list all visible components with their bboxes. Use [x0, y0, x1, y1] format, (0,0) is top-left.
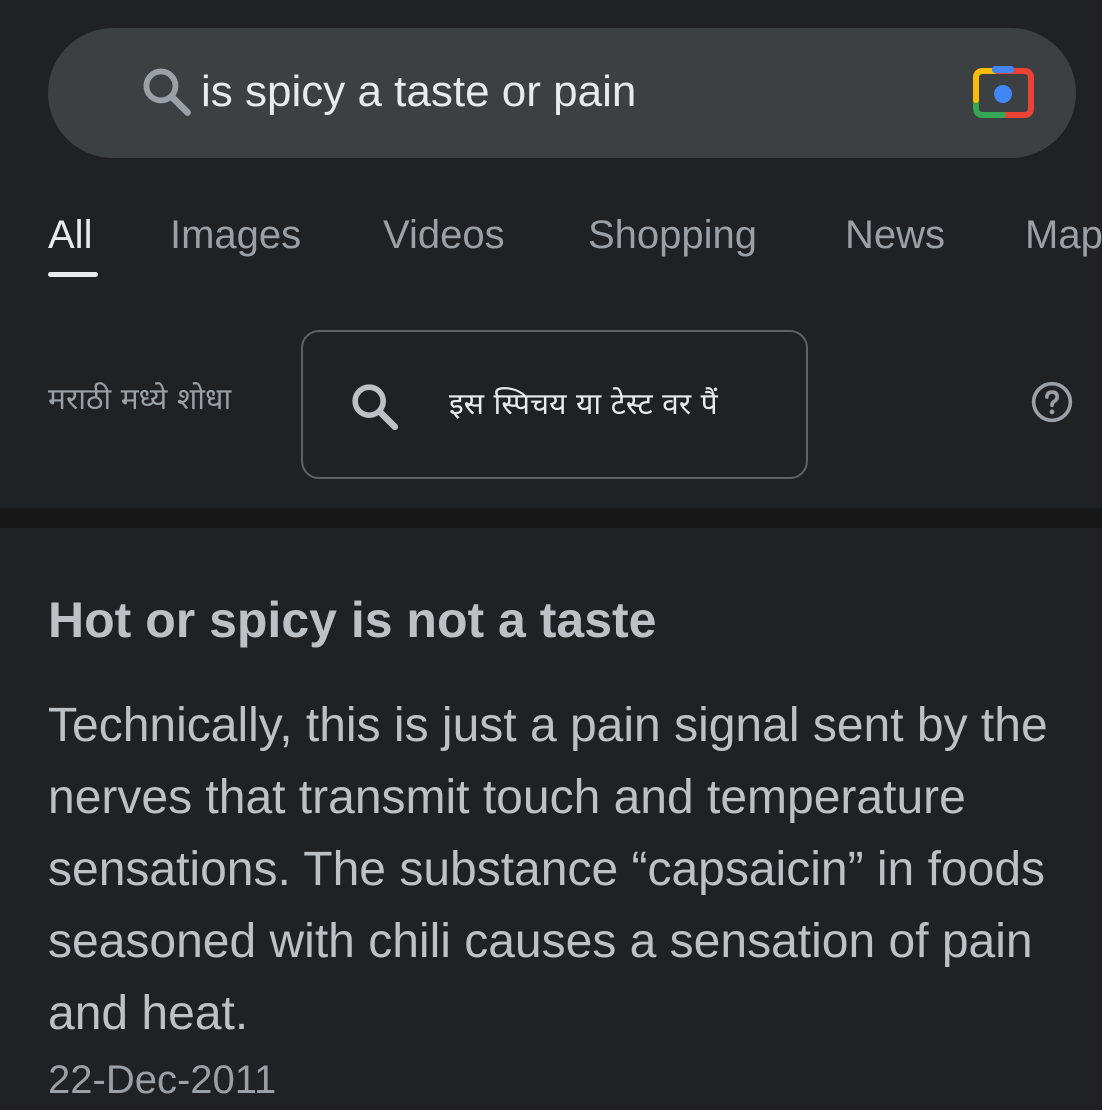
snippet-date: 22-Dec-2011 [48, 1058, 277, 1102]
tab-news[interactable]: News [845, 210, 945, 260]
tab-all[interactable]: All [48, 210, 92, 260]
tab-videos[interactable]: Videos [383, 210, 505, 260]
search-tabs: All Images Videos Shopping News Maps [0, 200, 1102, 290]
tab-shopping[interactable]: Shopping [588, 210, 757, 260]
search-bar[interactable]: is spicy a taste or pain [48, 28, 1076, 158]
search-query-text[interactable]: is spicy a taste or pain [201, 60, 636, 124]
translate-suggestion-text: इस स्पिचय या टेस्ट वर पैं [449, 387, 718, 422]
section-divider [0, 508, 1102, 528]
active-tab-indicator [48, 272, 98, 277]
snippet-body: Technically, this is just a pain signal … [48, 699, 1048, 1040]
translate-search-chip[interactable]: इस स्पिचय या टेस्ट वर पैं [301, 330, 808, 479]
featured-snippet: Hot or spicy is not a taste Technically,… [48, 590, 1058, 1110]
help-circle-icon[interactable] [1030, 380, 1074, 424]
search-icon[interactable] [138, 63, 196, 121]
translate-suggestion-row: मराठी मध्ये शोधा इस स्पिचय या टेस्ट वर प… [0, 300, 1102, 508]
tab-maps[interactable]: Maps [1025, 210, 1102, 260]
tab-images[interactable]: Images [170, 210, 301, 260]
snippet-title: Hot or spicy is not a taste [48, 592, 657, 648]
google-lens-icon[interactable] [972, 64, 1034, 122]
translate-label: मराठी मध्ये शोधा [48, 382, 232, 417]
search-icon [352, 384, 399, 431]
